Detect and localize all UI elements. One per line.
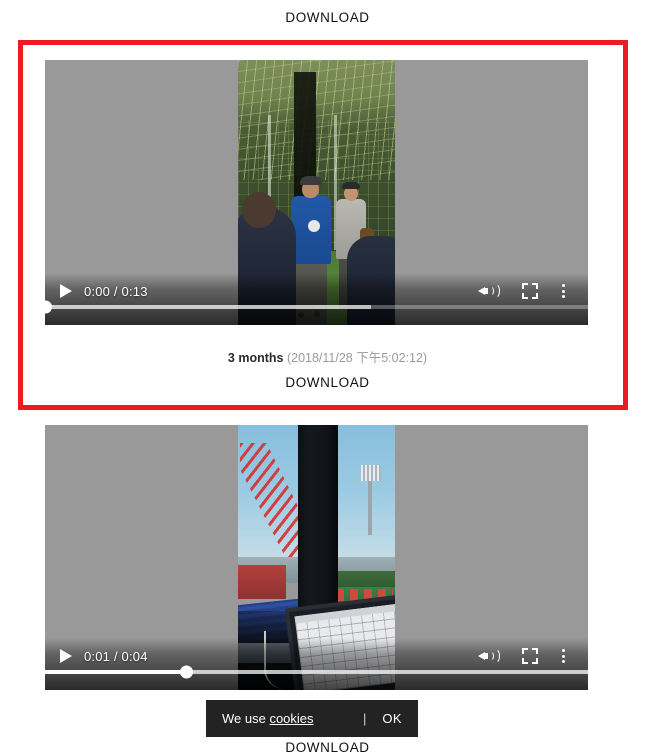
cookie-banner: We use cookies | OK: [206, 700, 418, 737]
more-options-icon[interactable]: [562, 648, 566, 664]
time-display-2: 0:01 / 0:04: [84, 648, 148, 664]
cookie-text: We use cookies: [222, 711, 314, 726]
fullscreen-icon[interactable]: [522, 283, 538, 299]
download-link-top[interactable]: DOWNLOAD: [0, 10, 655, 25]
play-icon[interactable]: [59, 284, 72, 298]
download-link-middle[interactable]: DOWNLOAD: [0, 375, 655, 390]
cookie-separator: |: [363, 711, 367, 726]
volume-icon[interactable]: [478, 282, 500, 300]
cookie-text-prefix: We use: [222, 711, 270, 726]
more-options-icon[interactable]: [562, 283, 566, 299]
fullscreen-icon[interactable]: [522, 648, 538, 664]
progress-bar-1[interactable]: [45, 300, 588, 314]
cookies-link[interactable]: cookies: [269, 711, 313, 726]
caption-age: 3 months: [227, 351, 284, 365]
time-display-1: 0:00 / 0:13: [84, 283, 148, 299]
video-player-2[interactable]: 0:01 / 0:04: [45, 425, 588, 690]
play-icon[interactable]: [59, 649, 72, 663]
progress-handle-2[interactable]: [179, 665, 193, 679]
download-link-bottom[interactable]: DOWNLOAD: [0, 740, 655, 755]
cookie-accept-button[interactable]: OK: [382, 711, 402, 726]
player-controls-2: 0:01 / 0:04: [45, 638, 588, 690]
page-root: DOWNLOAD 0:00 / 0:13 3 months (2018/11/2…: [0, 0, 655, 755]
progress-handle-1[interactable]: [45, 300, 52, 314]
video-1-caption: 3 months (2018/11/28 下午5:02:12): [0, 347, 655, 366]
caption-date: (2018/11/28 下午5:02:12): [286, 351, 428, 365]
progress-bar-2[interactable]: [45, 665, 588, 679]
player-controls-1: 0:00 / 0:13: [45, 273, 588, 325]
volume-icon[interactable]: [478, 647, 500, 665]
video-player-1[interactable]: 0:00 / 0:13: [45, 60, 588, 325]
